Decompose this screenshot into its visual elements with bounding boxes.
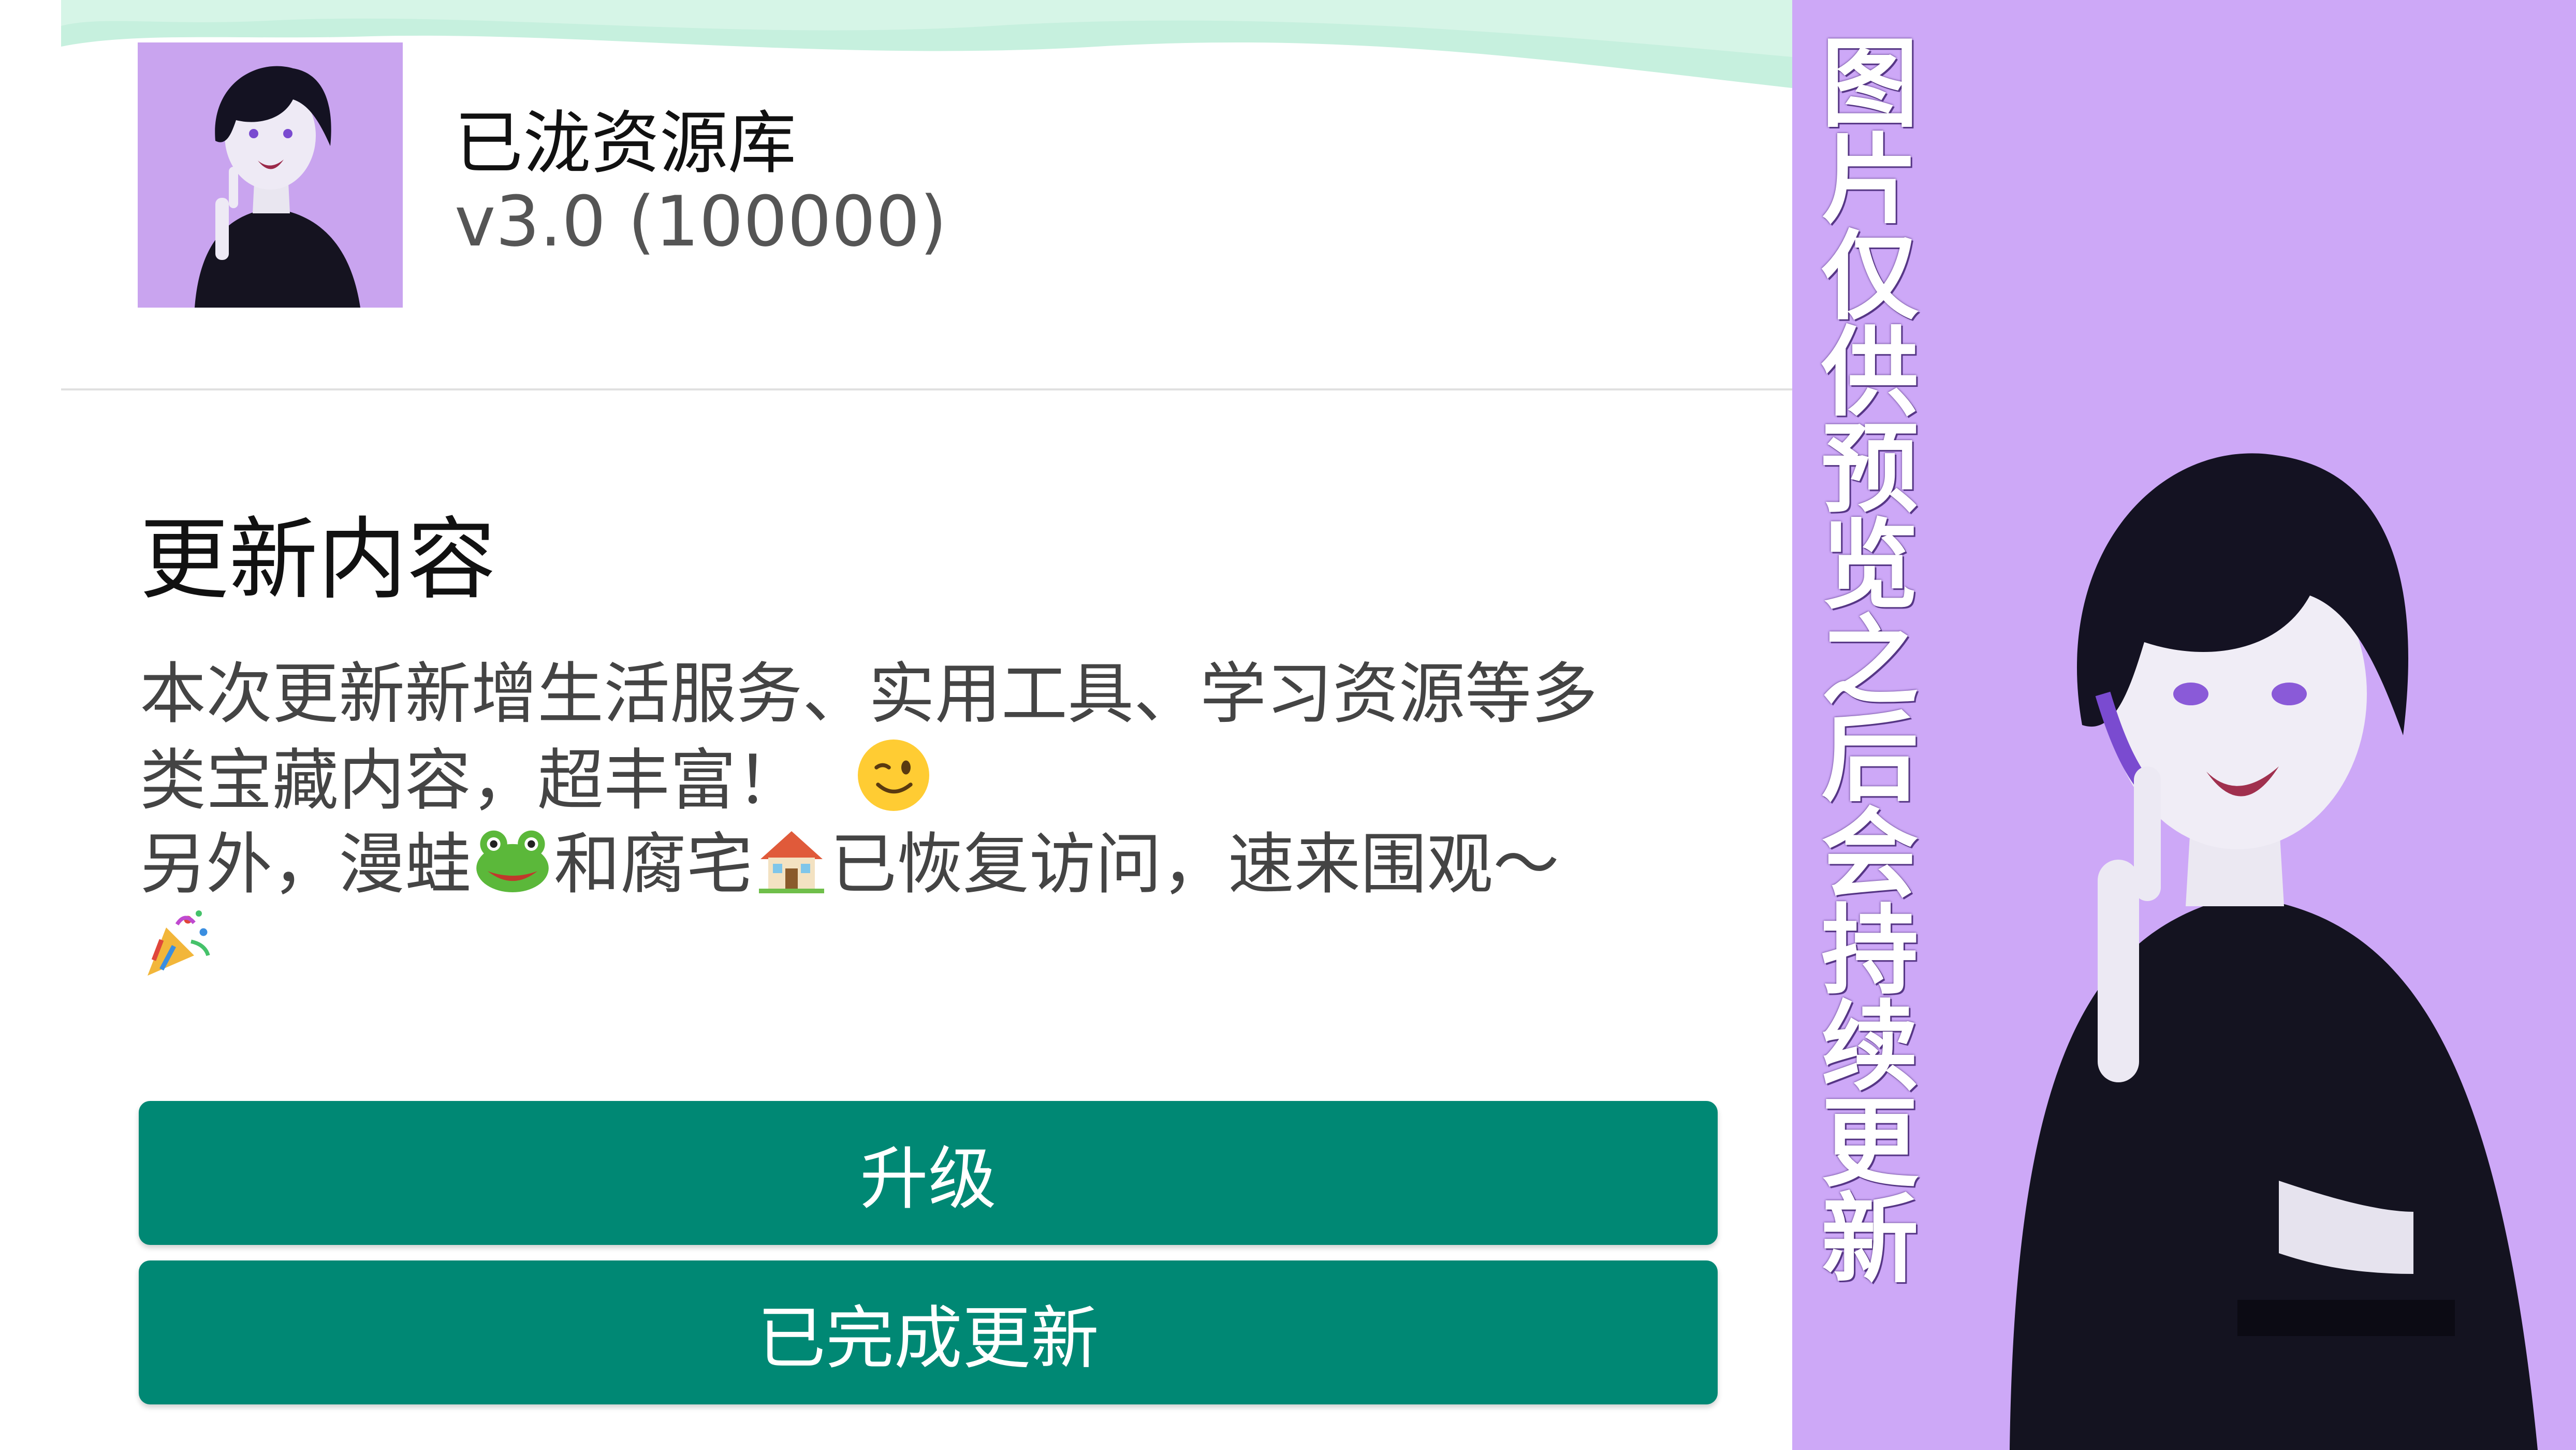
promo-char: 之 — [1821, 605, 1919, 719]
promo-character-illustration — [2010, 453, 2538, 1450]
update-completed-button[interactable]: 已完成更新 — [139, 1260, 1718, 1404]
promo-char: 片 — [1821, 124, 1919, 237]
promo-char: 览 — [1821, 509, 1919, 622]
update-notes: 本次更新新增生活服务、实用工具、学习资源等多 类宝藏内容，超丰富！ 另外，漫蛙 — [140, 653, 1786, 988]
note-text-2: 类宝藏内容，超丰富！ — [140, 742, 803, 820]
promo-char: 仅 — [1821, 220, 1919, 334]
note-text-3: 另外，漫蛙 — [140, 826, 472, 904]
screen: 已泷资源库 v3.0 (100000) 更新内容 本次更新新增生活服务、实用工具… — [0, 0, 2576, 1450]
promo-char: 供 — [1821, 316, 1919, 430]
note-text-4: 和腐宅 — [554, 826, 753, 904]
note-text-5: 已恢复访问，速来围观～ — [830, 826, 1560, 904]
app-version: v3.0 (100000) — [455, 181, 947, 262]
app-icon-avatar — [138, 42, 403, 308]
promo-vertical-text: 图片仅供预览之后会持续更新 — [1813, 27, 1927, 1297]
update-dialog: 已泷资源库 v3.0 (100000) 更新内容 本次更新新增生活服务、实用工具… — [61, 0, 1792, 1450]
app-name: 已泷资源库 — [455, 104, 796, 183]
promo-char: 续 — [1821, 991, 1919, 1104]
promo-char: 后 — [1821, 702, 1919, 815]
upgrade-button[interactable]: 升级 — [139, 1101, 1718, 1245]
promo-char: 新 — [1821, 1183, 1919, 1297]
house-icon — [753, 820, 830, 918]
winking-face-icon — [855, 736, 932, 834]
party-popper-icon — [140, 904, 217, 1002]
note-line-1: 本次更新新增生活服务、实用工具、学习资源等多 — [140, 653, 1786, 736]
promo-char: 会 — [1821, 798, 1919, 911]
left-margin — [0, 0, 61, 1450]
promo-char: 持 — [1821, 894, 1919, 1008]
promo-panel: 图片仅供预览之后会持续更新 — [1792, 0, 2576, 1450]
frog-icon — [471, 820, 554, 918]
promo-char: 图 — [1821, 27, 1919, 141]
note-line-2: 类宝藏内容，超丰富！ — [140, 736, 1786, 820]
promo-char: 预 — [1821, 413, 1919, 526]
divider — [61, 388, 1792, 390]
note-line-4 — [140, 904, 1786, 988]
promo-char: 更 — [1821, 1087, 1919, 1200]
note-line-3: 另外，漫蛙 和腐宅 已恢复访问，速来围观～ — [140, 820, 1786, 904]
update-section-title: 更新内容 — [140, 508, 496, 612]
note-text-1: 本次更新新增生活服务、实用工具、学习资源等多 — [140, 656, 1598, 733]
